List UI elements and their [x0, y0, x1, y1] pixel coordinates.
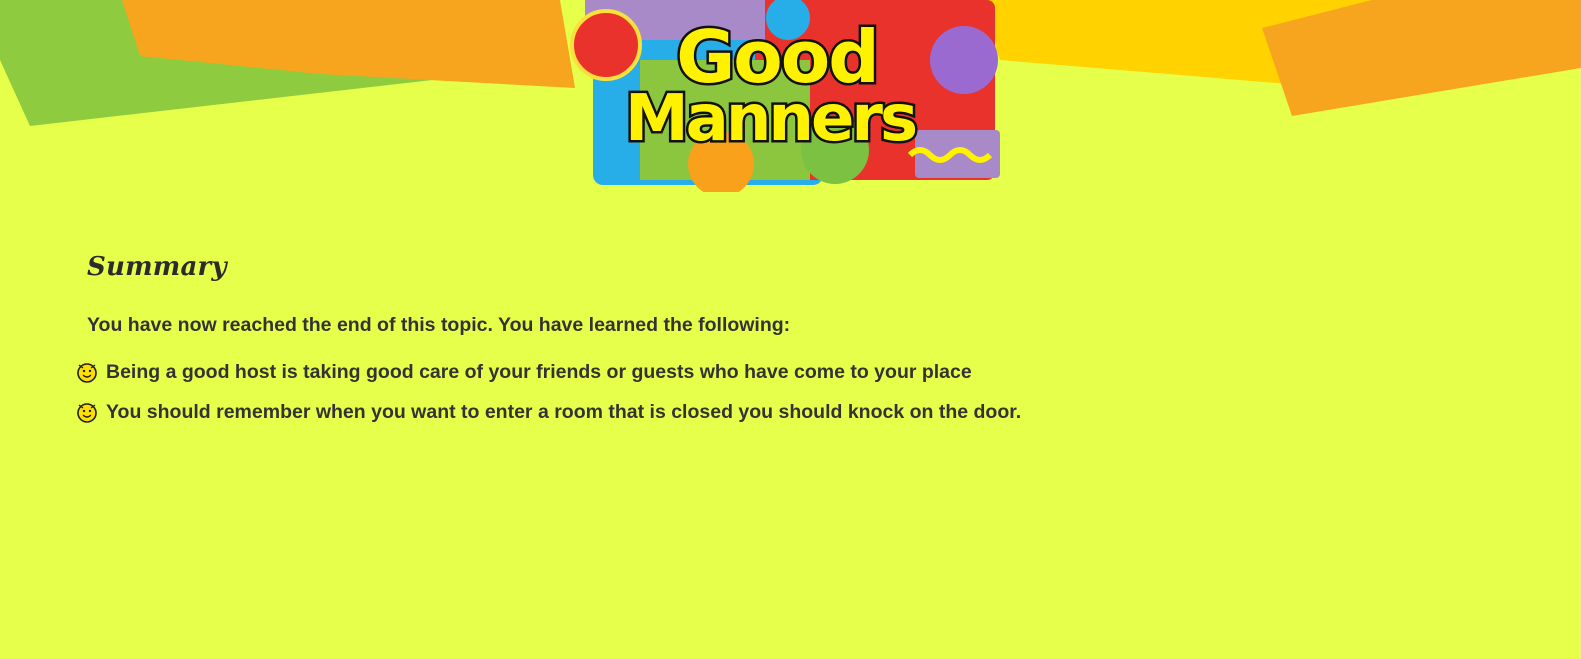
list-item: Being a good host is taking good care of… [74, 352, 1021, 392]
summary-point-1: Being a good host is taking good care of… [106, 360, 972, 383]
summary-section: Summary You have now reached the end of … [0, 0, 1581, 659]
summary-heading: Summary [87, 252, 227, 282]
summary-list: Being a good host is taking good care of… [74, 352, 1021, 432]
smiley-bullet-icon [77, 403, 97, 423]
summary-point-2: You should remember when you want to ent… [106, 400, 1022, 423]
smiley-bullet-icon [77, 363, 97, 383]
summary-intro: You have now reached the end of this top… [87, 314, 791, 336]
list-item: You should remember when you want to ent… [74, 392, 1021, 432]
